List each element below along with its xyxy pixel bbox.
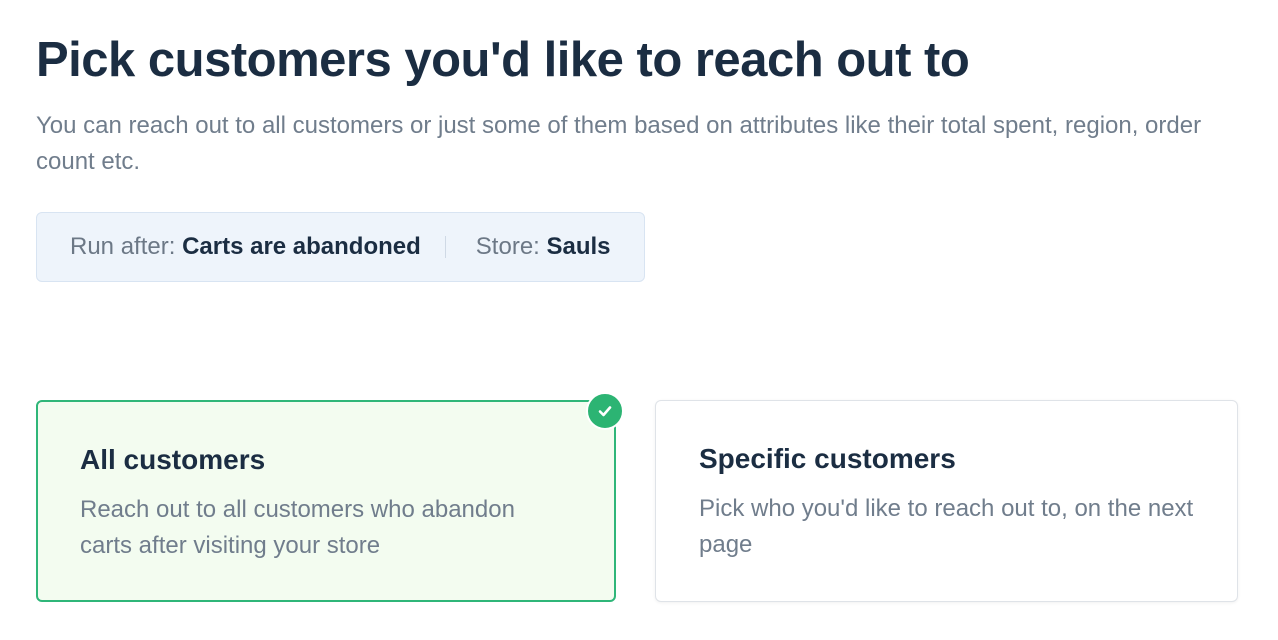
page: Pick customers you'd like to reach out t… — [0, 0, 1278, 640]
option-card-specific-customers[interactable]: Specific customers Pick who you'd like t… — [655, 400, 1238, 602]
option-description: Reach out to all customers who abandon c… — [80, 496, 515, 559]
context-divider — [444, 236, 446, 258]
page-title: Pick customers you'd like to reach out t… — [36, 33, 970, 87]
option-title: All customers — [80, 444, 266, 475]
store-value: Sauls — [546, 233, 611, 260]
option-card-all-customers[interactable]: All customers Reach out to all customers… — [36, 392, 624, 602]
selected-badge — [586, 392, 624, 430]
run-after-label: Run after: — [70, 233, 176, 260]
check-icon — [598, 406, 612, 417]
run-after-value: Carts are abandoned — [182, 233, 421, 260]
option-description: Pick who you'd like to reach out to, on … — [699, 495, 1194, 558]
store-label: Store: — [475, 233, 540, 260]
option-title: Specific customers — [699, 443, 956, 474]
page-subtitle: You can reach out to all customers or ju… — [36, 112, 1202, 175]
automation-context-bar: Run after: Carts are abandoned Store: Sa… — [36, 212, 645, 282]
